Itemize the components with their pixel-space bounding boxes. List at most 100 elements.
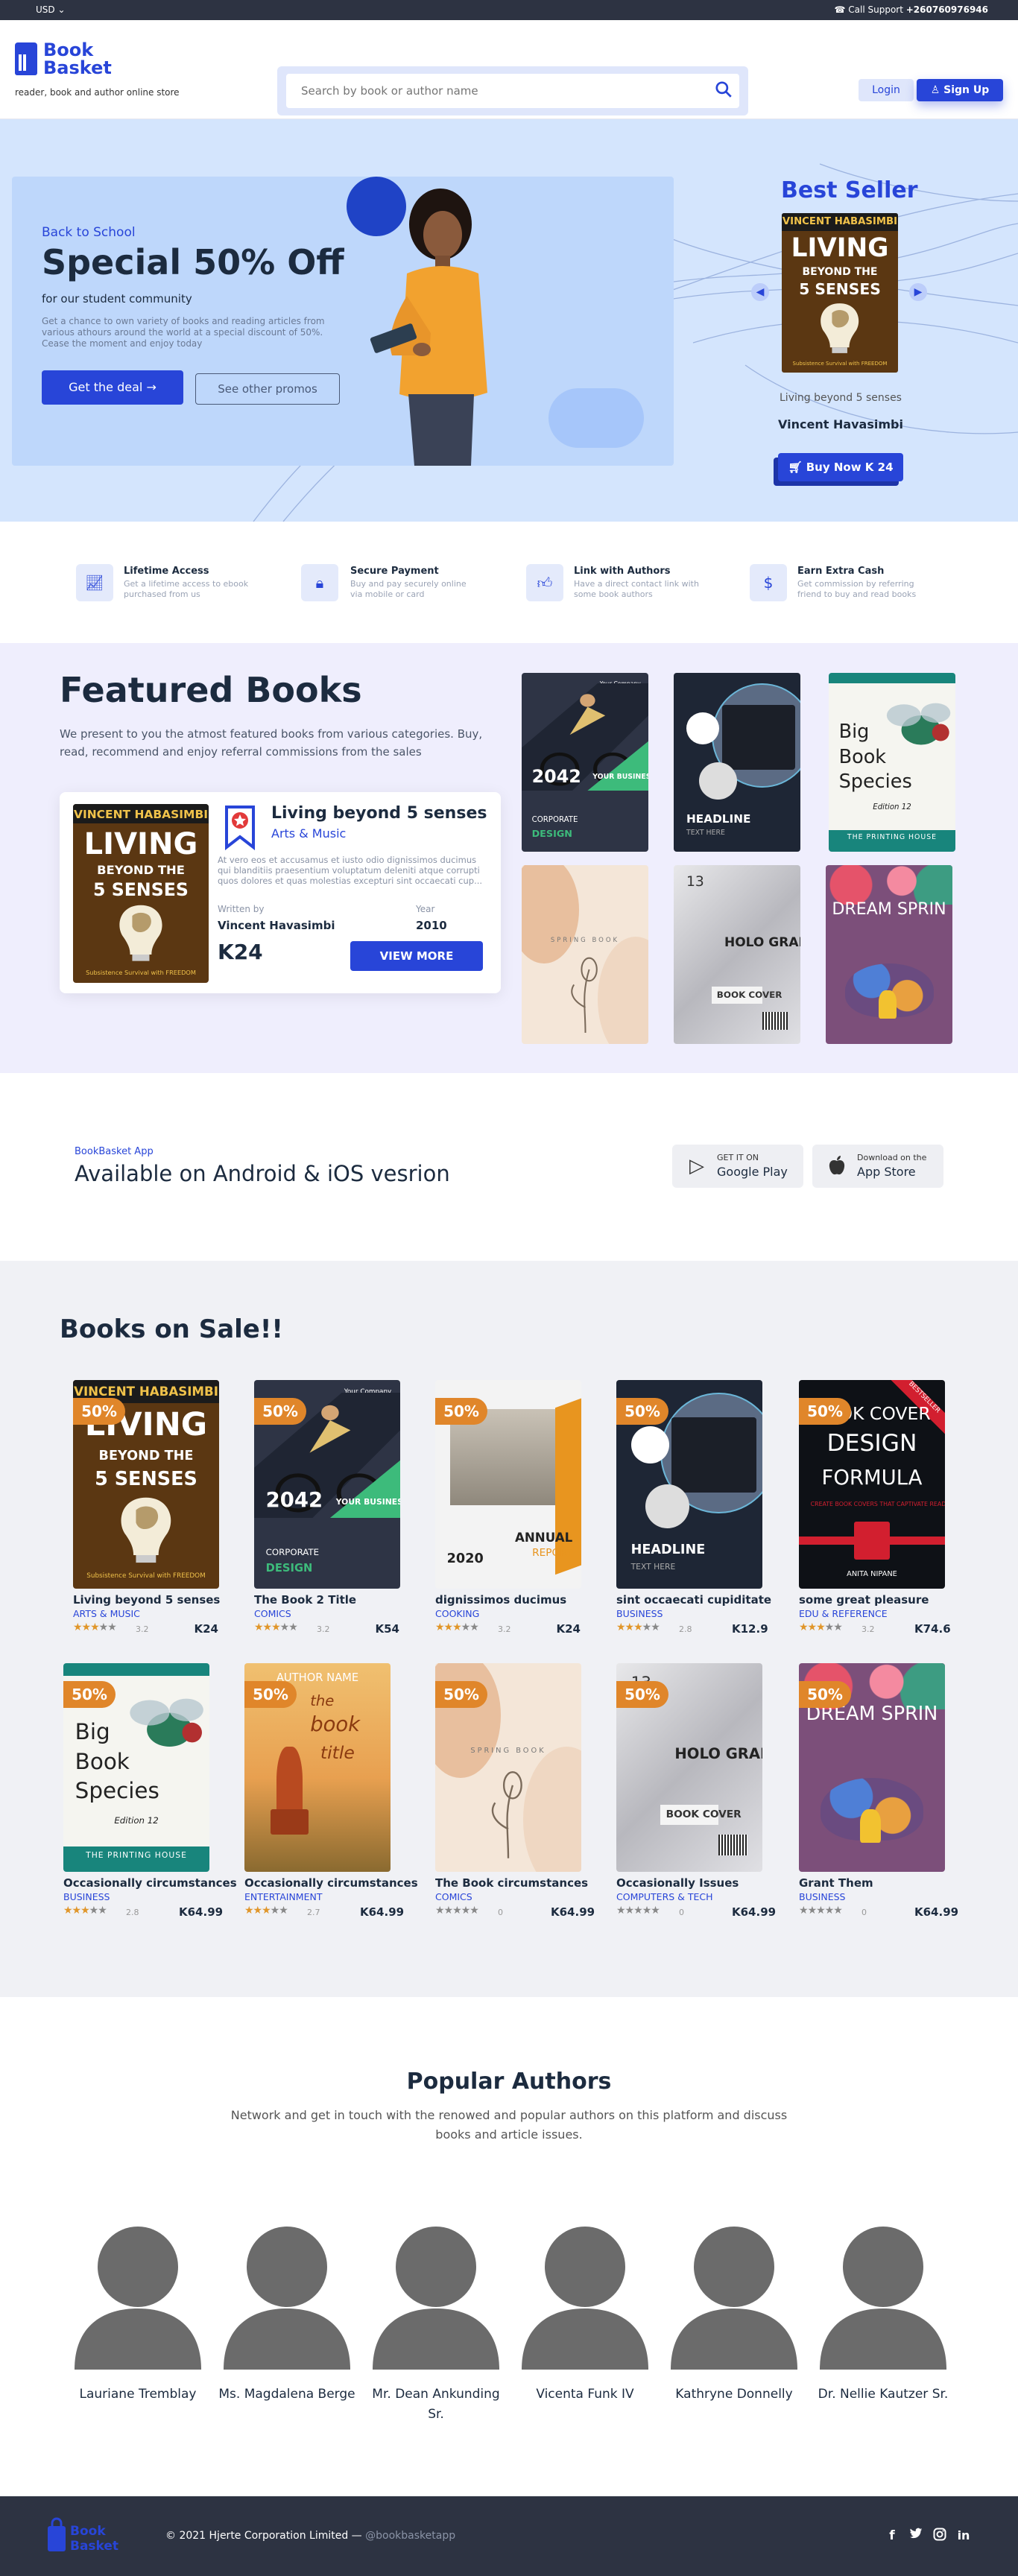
app-store-button[interactable]: Download on the App Store (812, 1145, 943, 1188)
cart-icon: 🛒︎ (788, 461, 803, 474)
prev-arrow-icon[interactable]: ◀ (751, 283, 769, 301)
lock-icon: 🔒︎ (301, 564, 338, 601)
sale-book-card[interactable]: DREAM SPRIN 50% Grant Them BUSINESS ★★★★… (799, 1663, 981, 1931)
sale-book-card[interactable]: VINCENT HABASIMBI LIVING BEYOND THE 5 SE… (73, 1380, 256, 1648)
sale-book-category[interactable]: BUSINESS (616, 1608, 663, 1619)
sale-book-category[interactable]: ENTERTAINMENT (244, 1891, 322, 1902)
cover-title: Species (75, 1777, 159, 1803)
sale-book-name[interactable]: Living beyond 5 senses (73, 1593, 252, 1607)
get-deal-label: Get the deal (69, 380, 143, 394)
sale-book-name[interactable]: dignissimos ducimus (435, 1593, 614, 1607)
sale-book-card[interactable]: Your Company 2042 YOUR BUSINESS NAME COR… (254, 1380, 437, 1648)
sale-book-category[interactable]: BUSINESS (63, 1891, 110, 1902)
dollar-icon: $ (750, 564, 787, 601)
cover-subtitle: REPORT (532, 1547, 573, 1559)
sale-book-name[interactable]: some great pleasure (799, 1593, 978, 1607)
sale-book-rating: 3.2 (136, 1624, 149, 1634)
cover-subtitle: BOOK COVER (712, 987, 782, 1004)
featured-cover-thumb[interactable]: DREAM SPRIN (826, 865, 952, 1044)
sale-book-card[interactable]: BESTSELLER BOOK COVER DESIGN FORMULA CRE… (799, 1380, 981, 1648)
featured-cover-thumb[interactable]: SPRING BOOK (522, 865, 648, 1044)
search-icon[interactable] (714, 80, 733, 99)
student-illustration (370, 189, 487, 466)
featured-cover-thumb[interactable]: HEADLINE TEXT HERE (674, 673, 800, 852)
sale-book-price: K74.6 (914, 1622, 951, 1636)
sale-book-category[interactable]: COMPUTERS & TECH (616, 1891, 713, 1902)
sale-book-name[interactable]: sint occaecati cupiditate (616, 1593, 795, 1607)
sale-book-category[interactable]: COOKING (435, 1608, 479, 1619)
cover-year: 2042 (265, 1488, 323, 1512)
buy-now-button[interactable]: 🛒︎ Buy Now K 24 (778, 453, 903, 481)
sale-book-name[interactable]: The Book 2 Title (254, 1593, 433, 1607)
cover-year: 2020 (446, 1551, 484, 1566)
author-name: Vicenta Funk IV (536, 2387, 634, 2402)
search-input[interactable] (286, 74, 739, 108)
cover-title: HEADLINE (686, 812, 751, 826)
twitter-icon[interactable] (908, 2528, 924, 2544)
view-more-button[interactable]: VIEW MORE (350, 941, 483, 971)
cover-title: 5 SENSES (799, 279, 881, 298)
sale-book-rating: 0 (861, 1908, 867, 1917)
featured-cover-thumb[interactable]: THE PRINTING HOUSE Big Book Species Edit… (829, 673, 955, 852)
avatar (820, 2221, 946, 2370)
currency-select[interactable]: USD ⌄ (36, 4, 66, 15)
cover-footer: CORPORATE (531, 816, 578, 824)
discount-badge: 50% (799, 1398, 851, 1425)
featured-cover-thumb[interactable]: 13 HOLO GRAPHIC+ BOOK COVER (674, 865, 800, 1044)
avatar-placeholder-icon (75, 2227, 201, 2370)
sale-book-category[interactable]: BUSINESS (799, 1891, 845, 1902)
logo-line-2: Basket (43, 57, 112, 78)
footer-logo[interactable]: Book Basket (46, 2516, 121, 2557)
featured-book-card[interactable]: VINCENT HABASIMBI LIVING BEYOND THE 5 SE… (60, 792, 501, 993)
linkedin-icon[interactable]: in (955, 2528, 972, 2544)
sale-book-card[interactable]: THE PRINTING HOUSE Big Book Species Edit… (63, 1663, 246, 1931)
call-support[interactable]: ☎ Call Support +260760976946 (834, 4, 988, 15)
signup-button[interactable]: ♙ Sign Up (917, 79, 1003, 101)
sale-book-card[interactable]: HEADLINE TEXT HERE 50% sint occaecati cu… (616, 1380, 799, 1648)
sale-book-card[interactable]: AUTHOR NAME the book title 50% Occasiona… (244, 1663, 427, 1931)
sale-book-category[interactable]: COMICS (254, 1608, 291, 1619)
sale-book-category[interactable]: COMICS (435, 1891, 472, 1902)
cover-title: Book (75, 1748, 130, 1774)
get-deal-button[interactable]: Get the deal → (42, 370, 183, 405)
avatar-placeholder-icon (820, 2227, 946, 2370)
other-promos-button[interactable]: See other promos (195, 373, 340, 405)
google-play-button[interactable]: ▷ GET IT ON Google Play (672, 1145, 803, 1188)
instagram-icon[interactable] (932, 2528, 948, 2544)
sale-book-category[interactable]: ARTS & MUSIC (73, 1608, 140, 1619)
facebook-icon[interactable]: f (884, 2528, 900, 2544)
discount-badge: 50% (73, 1398, 125, 1425)
sale-book-card[interactable]: 13 HOLO GRAPHIC+ BOOK COVER 50% Occasion… (616, 1663, 799, 1931)
sale-book-name[interactable]: The Book circumstances (435, 1876, 614, 1890)
authors-description: Network and get in touch with the renowe… (230, 2108, 788, 2142)
cover-edition: Edition 12 (873, 803, 911, 812)
sale-book-price: K12.9 (732, 1622, 768, 1636)
featured-cover-thumb[interactable]: Your Company 2042 YOUR BUSINESS NAME COR… (522, 673, 648, 852)
copyright-text: © 2021 Hjerte Corporation Limited — (165, 2530, 362, 2542)
sale-book-card[interactable]: SPRING BOOK 50% The Book circumstances C… (435, 1663, 618, 1931)
best-seller-cover[interactable]: VINCENT HABASIMBI LIVING BEYOND THE 5 SE… (782, 213, 898, 373)
sale-book-name[interactable]: Occasionally Issues (616, 1876, 795, 1890)
sale-book-name[interactable]: Occasionally circumstances (63, 1876, 242, 1890)
sale-book-category[interactable]: EDU & REFERENCE (799, 1608, 888, 1619)
social-handle[interactable]: @bookbasketapp (365, 2530, 455, 2542)
cover-title: LIVING (83, 826, 198, 861)
featured-book-cover[interactable]: VINCENT HABASIMBI LIVING BEYOND THE 5 SE… (73, 804, 209, 983)
sale-book-name[interactable]: Occasionally circumstances (244, 1876, 423, 1890)
discount-badge: 50% (244, 1681, 297, 1708)
login-button[interactable]: Login (859, 79, 914, 101)
sale-book-price: K54 (375, 1622, 400, 1636)
best-seller-author: Vincent Havasimbi (778, 417, 903, 431)
next-arrow-icon[interactable]: ▶ (909, 283, 927, 301)
sale-book-card[interactable]: 2020 ANNUAL REPORT 50% dignissimos ducim… (435, 1380, 618, 1648)
promo-community: for our student community (42, 292, 192, 306)
cover-subtitle: TEXT HERE (630, 1561, 676, 1572)
discount-badge: 50% (254, 1398, 306, 1425)
sale-book-name[interactable]: Grant Them (799, 1876, 978, 1890)
sale-book-price: K24 (556, 1622, 581, 1636)
logo-bag-icon[interactable] (15, 40, 37, 75)
cover-subtitle: CREATE BOOK COVERS THAT CAPTIVATE READER… (810, 1501, 945, 1508)
search-bar (277, 66, 748, 115)
logo-text[interactable]: Book Basket (43, 41, 112, 77)
featured-book-category[interactable]: Arts & Music (271, 826, 346, 841)
